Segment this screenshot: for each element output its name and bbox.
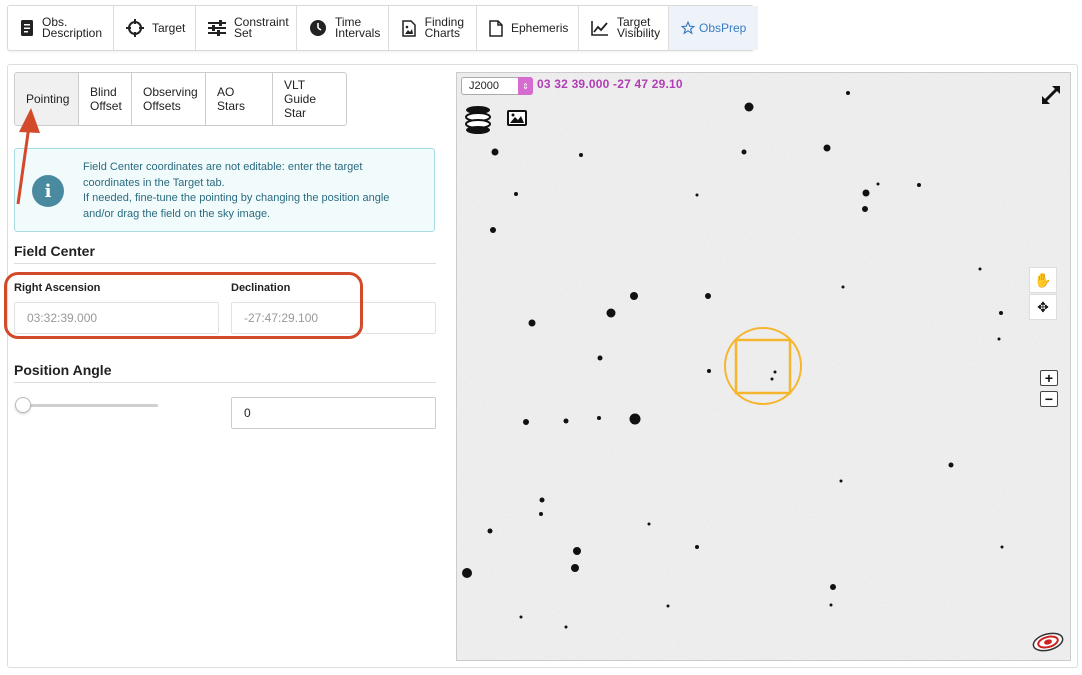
- tab-finding-charts[interactable]: Finding Charts: [389, 6, 477, 50]
- crosshair-icon: [126, 19, 144, 37]
- hand-icon: ✋: [1034, 271, 1052, 288]
- tab-obsprep[interactable]: ObsPrep: [669, 6, 759, 50]
- info-line: and/or drag the field on the sky image.: [83, 207, 271, 220]
- subtab-blind-offset[interactable]: Blind Offset: [79, 73, 132, 125]
- subtab-label-2: Offsets: [143, 99, 181, 113]
- subtab-label-1: VLT Guide: [284, 78, 317, 106]
- subtab-label-2: Star: [284, 106, 307, 120]
- sky-image-viewer[interactable]: [456, 72, 1071, 661]
- tab-time-intervals[interactable]: Time Intervals: [297, 6, 389, 50]
- zoom-out-button[interactable]: −: [1040, 391, 1058, 407]
- info-alert: i Field Center coordinates are not edita…: [14, 148, 435, 232]
- clock-icon: [309, 19, 327, 37]
- field-center-heading: Field Center: [14, 243, 95, 259]
- image-icon[interactable]: [506, 109, 528, 127]
- info-line: If needed, fine-tune the pointing by cha…: [83, 192, 390, 204]
- subtab-vlt-guide-star[interactable]: VLT Guide Star: [273, 73, 346, 125]
- subtab-label-1: Observing: [143, 85, 198, 99]
- move-icon: ✥: [1037, 298, 1049, 315]
- subtab-label-1: Blind: [90, 85, 117, 99]
- tab-label: Ephemeris: [511, 20, 569, 35]
- minus-icon: −: [1044, 391, 1054, 407]
- tab-target[interactable]: Target: [114, 6, 196, 50]
- frame-select[interactable]: J2000 ⇕: [461, 77, 533, 95]
- move-tool-button[interactable]: ✥: [1029, 294, 1057, 320]
- subtab-label: AO Stars: [217, 85, 246, 113]
- expand-icon[interactable]: [1040, 84, 1062, 106]
- pointing-subtabs: Pointing Blind Offset Observing Offsets AO…: [14, 72, 347, 126]
- file-icon: [489, 19, 503, 37]
- galaxy-logo-icon: [1032, 632, 1064, 652]
- sliders-icon: [208, 19, 226, 37]
- sky-field: [457, 73, 1070, 660]
- zoom-in-button[interactable]: +: [1040, 370, 1058, 386]
- subtab-observing-offsets[interactable]: Observing Offsets: [132, 73, 206, 125]
- annotation-highlight: [4, 272, 363, 339]
- tab-label: ObsPrep: [699, 20, 747, 35]
- tab-ephemeris[interactable]: Ephemeris: [477, 6, 579, 50]
- position-angle-slider-thumb[interactable]: [15, 397, 31, 413]
- chevron-updown-icon: ⇕: [518, 77, 533, 95]
- plus-icon: +: [1044, 370, 1054, 386]
- tab-label: Target: [152, 20, 186, 35]
- tab-obs-description[interactable]: Obs. Description: [8, 6, 114, 50]
- info-line: Field Center coordinates are not editabl…: [83, 161, 363, 173]
- position-angle-input[interactable]: 0: [231, 397, 436, 429]
- hand-tool-button[interactable]: ✋: [1029, 267, 1057, 293]
- divider: [14, 382, 436, 383]
- info-line: coordinates in the Target tab.: [83, 176, 225, 189]
- tab-label-2: Visibility: [617, 26, 661, 40]
- line-chart-icon: [591, 19, 609, 37]
- top-tab-bar: Obs. Description Target Constraint Set Tim…: [7, 5, 759, 51]
- position-angle-slider-track[interactable]: [24, 404, 158, 407]
- subtab-ao-stars[interactable]: AO Stars: [206, 73, 273, 125]
- image-file-icon: [401, 19, 417, 37]
- tab-target-visibility[interactable]: Target Visibility: [579, 6, 669, 50]
- tab-constraint-set[interactable]: Constraint Set: [196, 6, 297, 50]
- position-angle-heading: Position Angle: [14, 362, 112, 378]
- frame-select-value: J2000: [469, 80, 499, 92]
- document-icon: [20, 19, 34, 37]
- star-icon: [681, 19, 695, 37]
- cursor-coordinates: 03 32 39.000 -27 47 29.10: [537, 77, 683, 91]
- tab-label-2: Description: [42, 26, 103, 40]
- tab-label-2: Set: [234, 26, 253, 40]
- tab-label-2: Charts: [424, 26, 460, 40]
- annotation-arrow: [16, 108, 40, 205]
- layers-icon[interactable]: [464, 104, 492, 136]
- subtab-label-2: Offset: [90, 99, 122, 113]
- tab-label-2: Intervals: [335, 26, 381, 40]
- divider: [14, 263, 436, 264]
- info-message: Field Center coordinates are not editabl…: [83, 160, 423, 222]
